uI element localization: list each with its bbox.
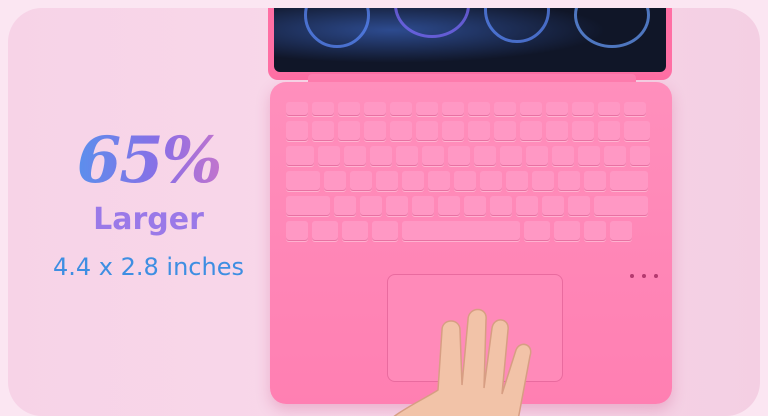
percent-headline: 65% xyxy=(26,128,271,194)
hand-icon xyxy=(393,308,532,416)
screen-wallpaper xyxy=(274,8,666,72)
key-grid xyxy=(286,102,656,246)
tablet-screen xyxy=(268,8,672,80)
status-lights xyxy=(630,274,658,278)
dimensions-label: 4.4 x 2.8 inches xyxy=(53,253,244,281)
promo-card: 65% Larger 4.4 x 2.8 inches xyxy=(8,8,760,416)
promo-text-block: 65% Larger 4.4 x 2.8 inches xyxy=(26,128,271,282)
larger-label: Larger xyxy=(93,202,204,237)
